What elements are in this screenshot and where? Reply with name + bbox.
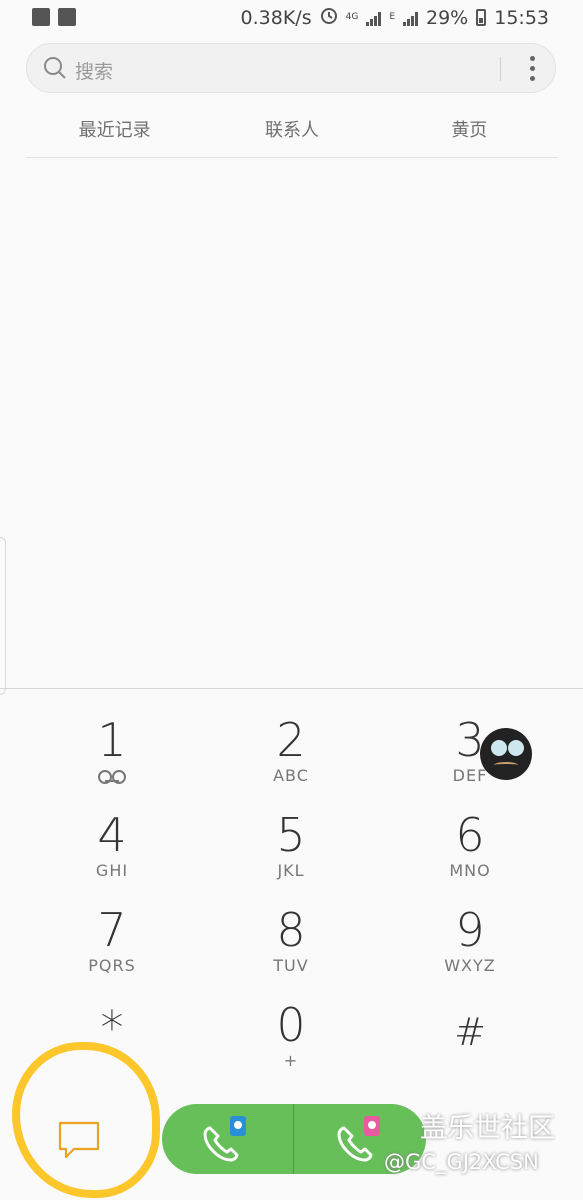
- key-0[interactable]: 0 +: [201, 1001, 381, 1091]
- battery-icon: [476, 9, 487, 26]
- key-digit: 4: [97, 808, 127, 862]
- tab-yellow-pages[interactable]: 黄页: [381, 105, 558, 157]
- key-letters: PQRS: [88, 956, 136, 975]
- key-letters: GHI: [95, 861, 129, 880]
- key-digit: 6: [455, 808, 485, 862]
- key-letters: DEF: [452, 766, 488, 785]
- search-icon: [43, 56, 67, 80]
- key-8[interactable]: 8 TUV: [201, 906, 381, 996]
- more-options-icon[interactable]: [529, 56, 535, 82]
- key-3[interactable]: 3 DEF: [380, 716, 560, 806]
- message-button[interactable]: [56, 1117, 102, 1163]
- search-input[interactable]: 搜索: [75, 57, 113, 84]
- key-digit: *: [100, 1001, 124, 1055]
- key-digit: 8: [276, 903, 306, 957]
- key-digit: 0: [276, 998, 306, 1052]
- key-digit: #: [454, 1010, 486, 1054]
- signal-icon: [366, 10, 382, 26]
- gallery-icon: [32, 8, 50, 26]
- key-digit: 1: [97, 713, 127, 767]
- divider: [500, 57, 501, 81]
- key-letters: WXYZ: [444, 956, 496, 975]
- signal-icon: [403, 10, 418, 26]
- alarm-icon: [320, 6, 338, 29]
- sim2-badge-icon: [364, 1116, 380, 1136]
- key-2[interactable]: 2 ABC: [201, 716, 381, 806]
- network-speed: 0.38K/s: [240, 6, 312, 29]
- key-letters: +: [283, 1051, 299, 1070]
- key-digit: 7: [97, 903, 127, 957]
- edge-panel-handle[interactable]: [0, 537, 6, 695]
- key-digit: 5: [276, 808, 306, 862]
- key-letters: TUV: [273, 956, 309, 975]
- clock: 15:53: [494, 6, 549, 29]
- battery-percent: 29%: [426, 6, 469, 29]
- tab-bar: 最近记录 联系人 黄页: [26, 105, 558, 158]
- key-letters: MNO: [449, 861, 491, 880]
- key-letters: JKL: [277, 861, 305, 880]
- status-bar: 0.38K/s 4G E 29% 15:53: [0, 0, 583, 36]
- key-4[interactable]: 4 GHI: [22, 811, 202, 901]
- search-bar[interactable]: 搜索: [26, 43, 556, 93]
- key-9[interactable]: 9 WXYZ: [380, 906, 560, 996]
- tab-recents[interactable]: 最近记录: [26, 105, 203, 157]
- key-digit: 3: [455, 713, 485, 767]
- key-1[interactable]: 1: [22, 716, 202, 806]
- key-hash[interactable]: #: [380, 1008, 560, 1098]
- message-bubble-icon: [56, 1121, 102, 1167]
- key-letters: ABC: [273, 766, 309, 785]
- watermark-title: 盖乐世社区: [420, 1113, 555, 1144]
- key-7[interactable]: 7 PQRS: [22, 906, 202, 996]
- app-notification-icon: [58, 8, 76, 26]
- key-6[interactable]: 6 MNO: [380, 811, 560, 901]
- voicemail-icon: [98, 770, 126, 784]
- network-type-1: 4G: [345, 12, 359, 22]
- key-digit: 9: [455, 903, 485, 957]
- avatar-sticker: [480, 728, 532, 780]
- key-5[interactable]: 5 JKL: [201, 811, 381, 901]
- network-type-2: E: [389, 12, 395, 22]
- watermark-handle: @GC_GJ2XCSN: [384, 1150, 539, 1174]
- divider: [0, 688, 583, 689]
- call-sim1-button[interactable]: [162, 1104, 294, 1174]
- phone-sim1-icon: [162, 1126, 294, 1174]
- sim1-badge-icon: [230, 1116, 246, 1136]
- key-digit: 2: [276, 713, 306, 767]
- tab-contacts[interactable]: 联系人: [203, 105, 380, 157]
